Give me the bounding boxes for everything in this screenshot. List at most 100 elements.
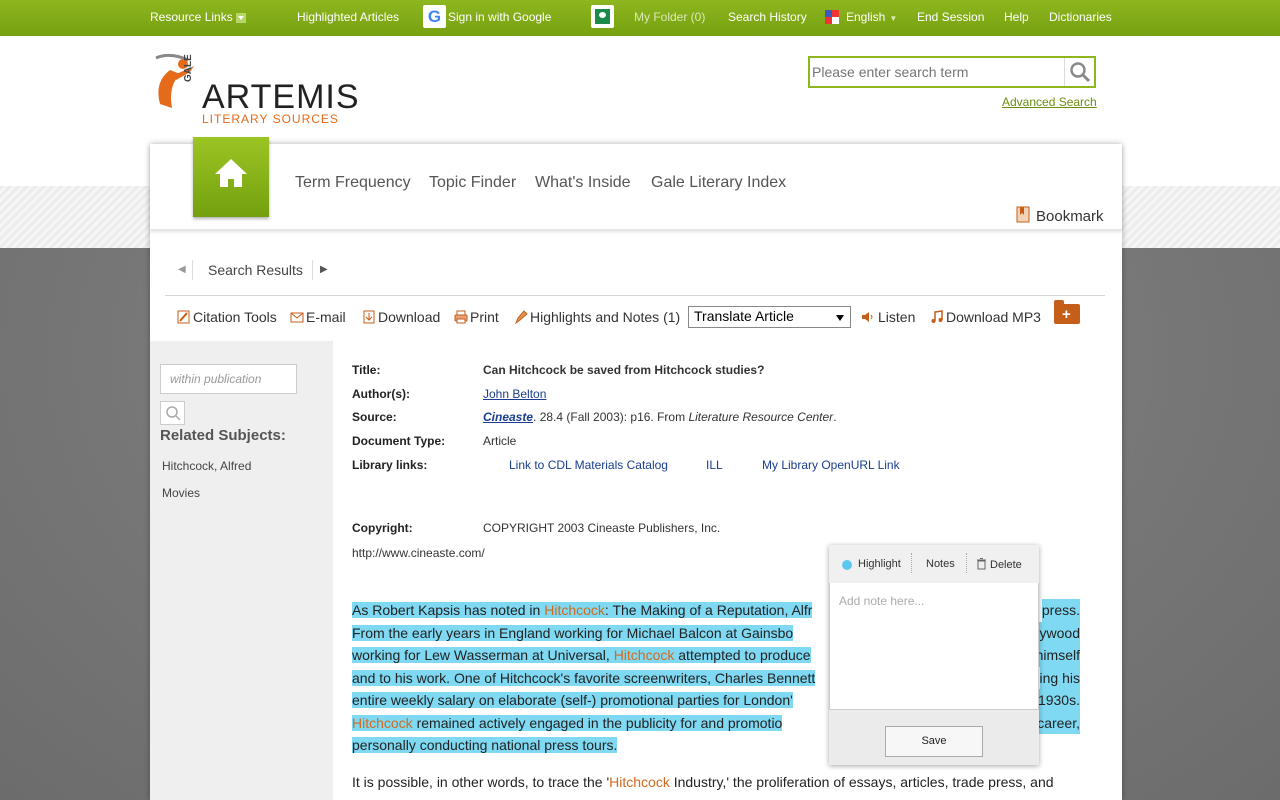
resource-links-menu[interactable]: Resource Links xyxy=(150,10,246,24)
source-database: Literature Resource Center xyxy=(688,410,834,424)
source-publication-link[interactable]: Cineaste xyxy=(483,410,533,424)
dictionaries-link[interactable]: Dictionaries xyxy=(1049,10,1112,24)
end-session-link[interactable]: End Session xyxy=(917,10,984,24)
language-flag-icon xyxy=(825,10,839,24)
source-value: Cineaste. 28.4 (Fall 2003): p16. From Li… xyxy=(483,410,837,424)
note-popup-footer: Save xyxy=(829,710,1039,765)
related-subject-item[interactable]: Hitchcock, Alfred xyxy=(162,459,251,473)
advanced-search-link[interactable]: Advanced Search xyxy=(1002,95,1097,109)
search-input[interactable] xyxy=(812,60,1062,84)
print-label: Print xyxy=(470,309,499,325)
translate-label: Translate Article xyxy=(694,308,794,324)
sign-in-google-link[interactable]: Sign in with Google xyxy=(448,10,551,24)
text-line: working for Lew Wasserman at Universal, … xyxy=(352,647,811,663)
title-label: Title: xyxy=(352,363,381,377)
bookmark-icon xyxy=(1016,206,1030,223)
resource-links-label: Resource Links xyxy=(150,10,233,24)
logo-subtitle: LITERARY SOURCES xyxy=(202,112,339,126)
nav-term-frequency[interactable]: Term Frequency xyxy=(295,174,411,192)
download-label: Download xyxy=(378,309,441,325)
note-textarea[interactable]: Add note here... xyxy=(829,583,1039,710)
text-line-end: press. xyxy=(1041,599,1080,622)
print-button[interactable]: Print xyxy=(454,309,499,325)
language-label: English xyxy=(846,10,886,24)
bookmark-label: Bookmark xyxy=(1036,208,1104,225)
doctype-value: Article xyxy=(483,434,517,448)
cdl-catalog-link[interactable]: Link to CDL Materials Catalog xyxy=(509,458,668,472)
source-end: . xyxy=(833,410,837,424)
note-popup-header: Highlight Notes Delete xyxy=(829,545,1039,583)
bookmark-button[interactable]: Bookmark xyxy=(1016,206,1104,225)
within-publication-input[interactable]: within publication xyxy=(160,364,297,394)
citation-label: Citation Tools xyxy=(193,309,277,325)
secondary-nav: Term Frequency Topic Finder What's Insid… xyxy=(150,137,1122,230)
keyword-hitchcock: Hitchcock xyxy=(352,714,413,731)
title-value: Can Hitchcock be saved from Hitchcock st… xyxy=(483,363,765,377)
next-arrow-icon[interactable]: ▶ xyxy=(320,264,328,275)
author-link[interactable]: John Belton xyxy=(483,387,546,401)
text-line-end: llywood xyxy=(1033,621,1080,644)
delete-button[interactable]: Delete xyxy=(976,558,1022,571)
nav-gale-literary-index[interactable]: Gale Literary Index xyxy=(651,174,786,192)
divider xyxy=(165,295,1105,296)
download-button[interactable]: Download xyxy=(362,309,440,325)
select-arrow-icon xyxy=(836,315,844,321)
search-button[interactable] xyxy=(1064,58,1094,86)
artemis-logo[interactable]: GALE ARTEMIS LITERARY SOURCES xyxy=(150,52,359,132)
save-note-button[interactable]: Save xyxy=(885,726,983,757)
home-button[interactable] xyxy=(193,137,269,217)
citation-tools-button[interactable]: Citation Tools xyxy=(177,309,277,325)
highlights-notes-button[interactable]: Highlights and Notes (1) xyxy=(514,309,680,325)
email-label: E-mail xyxy=(306,309,346,325)
highlight-note-popup: Highlight Notes Delete Add note here... … xyxy=(829,545,1039,765)
source-details: . 28.4 (Fall 2003): p16. From xyxy=(533,410,689,424)
article-paragraph: It is possible, in other words, to trace… xyxy=(352,774,1054,790)
plus-icon: + xyxy=(1062,306,1071,323)
text-line: entire weekly salary on elaborate (self-… xyxy=(352,692,793,708)
keyword-hitchcock: Hitchcock xyxy=(609,774,670,790)
language-selector[interactable]: English ▼ xyxy=(846,10,897,24)
help-link[interactable]: Help xyxy=(1004,10,1029,24)
top-bar: Resource Links Highlighted Articles G Si… xyxy=(0,0,1280,36)
download-mp3-label: Download MP3 xyxy=(946,309,1041,325)
keyword-hitchcock: Hitchcock xyxy=(613,647,675,663)
trash-icon xyxy=(977,558,986,570)
search-icon xyxy=(166,406,181,421)
download-mp3-button[interactable]: Download MP3 xyxy=(930,309,1041,325)
search-history-link[interactable]: Search History xyxy=(728,10,807,24)
google-icon: G xyxy=(423,5,446,28)
highlighted-articles-link[interactable]: Highlighted Articles xyxy=(297,10,399,24)
search-results-link[interactable]: Search Results xyxy=(208,262,303,278)
text-line-end: ing his xyxy=(1039,666,1080,689)
nav-whats-inside[interactable]: What's Inside xyxy=(535,174,631,192)
doctype-label: Document Type: xyxy=(352,434,446,448)
my-folder-link[interactable]: My Folder (0) xyxy=(634,10,705,24)
openurl-link[interactable]: My Library OpenURL Link xyxy=(762,458,900,472)
text-line: As Robert Kapsis has noted in Hitchcock:… xyxy=(352,602,813,618)
search-box xyxy=(808,56,1096,88)
translate-article-select[interactable]: Translate Article xyxy=(688,306,851,328)
source-label: Source: xyxy=(352,410,397,424)
download-icon xyxy=(363,310,375,324)
notes-tab[interactable]: Notes xyxy=(926,558,955,570)
home-icon xyxy=(215,159,247,187)
highlight-color-icon xyxy=(842,560,852,570)
listen-button[interactable]: Listen xyxy=(860,309,915,325)
google-classroom-icon[interactable] xyxy=(591,5,614,28)
related-subject-item[interactable]: Movies xyxy=(162,486,200,500)
email-button[interactable]: E-mail xyxy=(290,309,346,325)
prev-arrow-icon[interactable]: ◀ xyxy=(178,264,186,275)
nav-topic-finder[interactable]: Topic Finder xyxy=(429,174,516,192)
ill-link[interactable]: ILL xyxy=(706,458,723,472)
text-line-end: himself xyxy=(1035,644,1080,667)
text-line: personally conducting national press tou… xyxy=(352,737,618,753)
related-subjects-heading: Related Subjects: xyxy=(160,427,286,444)
left-sidebar: within publication Related Subjects: Hit… xyxy=(150,341,333,800)
publisher-url: http://www.cineaste.com/ xyxy=(352,546,485,560)
add-to-folder-button[interactable]: + xyxy=(1054,300,1080,324)
speaker-icon xyxy=(862,312,873,322)
caret-down-icon: ▼ xyxy=(889,14,898,23)
print-icon xyxy=(454,310,468,324)
within-search-button[interactable] xyxy=(160,401,185,425)
highlight-tab[interactable]: Highlight xyxy=(858,558,901,570)
